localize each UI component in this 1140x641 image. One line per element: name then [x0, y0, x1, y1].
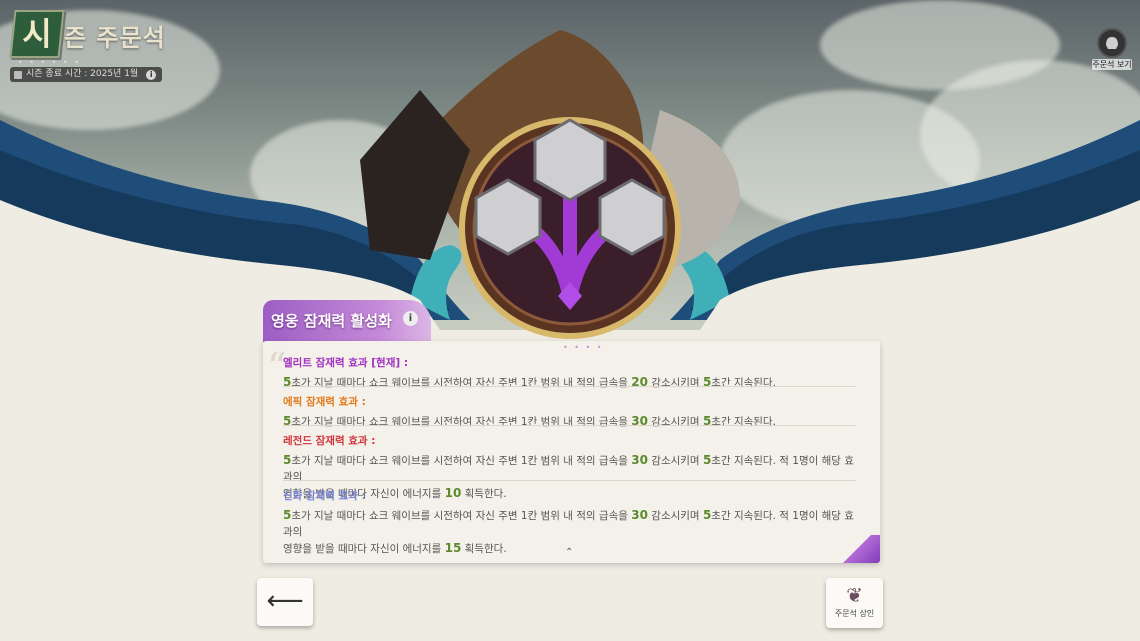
calendar-icon [14, 70, 22, 79]
potential-panel: “ • • • • 엘리트 잠재력 효과 [현재] : 5초가 지날 때마다 쇼… [263, 341, 880, 563]
entry-name: 레전드 잠재력 효과 : [283, 435, 376, 447]
back-button[interactable]: ⟵ [257, 578, 313, 626]
info-icon[interactable]: i [403, 311, 418, 326]
divider [283, 386, 856, 387]
season-end-time: 시즌 종료 시간 : 2025년 1월 i [10, 67, 163, 82]
merchant-label: 주문석 상인 [834, 609, 875, 618]
season-logo: 시 [9, 10, 65, 58]
rune-right-icon [598, 178, 666, 256]
back-arrow-icon: ⟵ [266, 586, 304, 616]
view-runestones-button[interactable]: 주문석 보기 [1092, 28, 1132, 70]
logo-dots: • • • • • • [18, 58, 82, 67]
merchant-icon: ❦ [846, 583, 863, 607]
divider [283, 480, 856, 481]
entry-body: 5초가 지날 때마다 쇼크 웨이브를 시전하여 자신 주변 1칸 범위 내 적의… [283, 414, 776, 428]
panel-title-tab: 영웅 잠재력 활성화 i [263, 300, 431, 342]
panel-title: 영웅 잠재력 활성화 [271, 312, 392, 330]
entry-name: 엘리트 잠재력 효과 [현재] : [283, 357, 409, 369]
runestone-merchant-button[interactable]: ❦ 주문석 상인 [826, 578, 883, 628]
entry-name: 에픽 잠재력 효과 : [283, 396, 366, 408]
info-icon[interactable]: i [146, 69, 157, 80]
divider [283, 425, 856, 426]
entry-body: 5초가 지날 때마다 쇼크 웨이브를 시전하여 자신 주변 1칸 범위 내 적의… [283, 375, 776, 389]
panel-grip: • • • • [563, 343, 604, 352]
helmet-icon [1097, 28, 1127, 58]
rune-left-icon [474, 178, 542, 256]
expand-chevron-icon[interactable]: ⌃ [565, 547, 573, 558]
season-title: 즌 주문석 [64, 24, 166, 52]
entry-name: 신화 잠재력 효과 : [283, 490, 366, 502]
panel-corner-decoration [840, 535, 880, 563]
